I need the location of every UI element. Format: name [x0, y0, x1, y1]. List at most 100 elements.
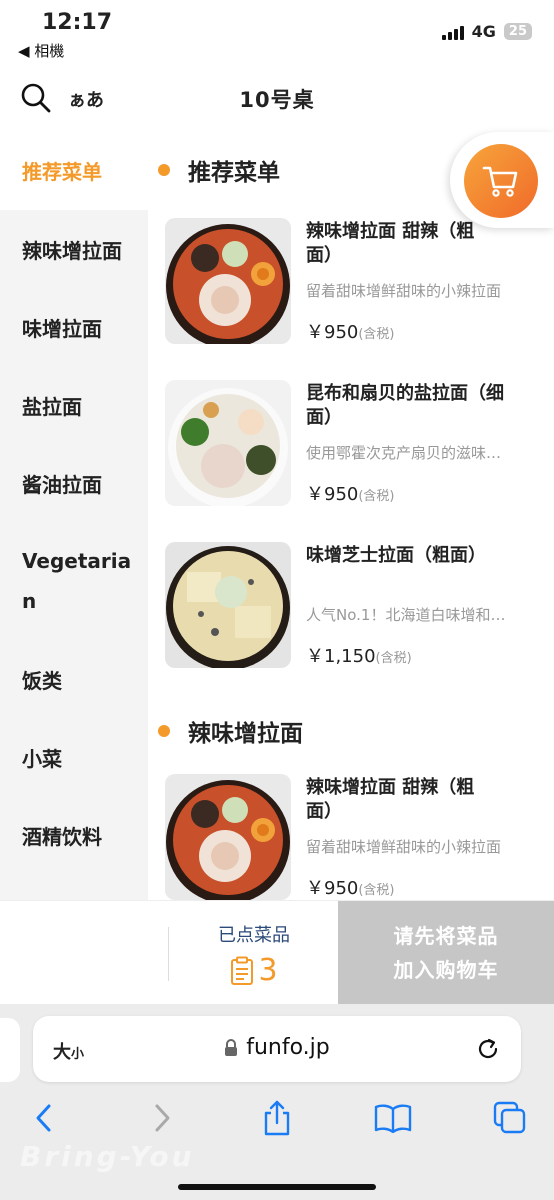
lock-icon — [225, 1039, 238, 1056]
ordered-items-label[interactable]: 已点菜品 — [170, 921, 338, 947]
app-header: ぁあ 10号桌 — [0, 66, 554, 130]
forward-button[interactable] — [142, 1098, 182, 1138]
price-value: ￥950 — [306, 322, 359, 343]
menu-item[interactable]: 辣味增拉面 甜辣（粗 面） 留着甜味增鲜甜味的小辣拉面 ￥950(含税) — [148, 766, 554, 900]
sidebar-item-miso-ramen[interactable]: 味增拉面 — [0, 288, 148, 366]
sidebar-item-recommended[interactable]: 推荐菜单 — [0, 130, 148, 210]
item-price: ￥950(含税) — [306, 874, 395, 900]
order-bar: 已点菜品 3 请先将菜品 加入购物车 — [0, 900, 554, 1005]
checkout-line: 加入购物车 — [393, 958, 499, 982]
add-to-cart-first-button[interactable]: 请先将菜品 加入购物车 — [338, 901, 554, 1005]
book-icon — [374, 1104, 412, 1133]
watermark-logo: Bring-You — [20, 1140, 195, 1173]
battery-icon: 25 — [503, 23, 532, 40]
section-title: 辣味增拉面 — [188, 721, 303, 747]
item-name-line: 味增芝士拉面（粗面） — [306, 545, 486, 566]
battery-level: 25 — [508, 24, 527, 39]
address-bar[interactable]: 大小 funfo.jp — [33, 1016, 521, 1082]
price-value: ￥1,150 — [306, 646, 376, 667]
item-name-line: 面） — [306, 407, 342, 428]
ramen-photo-spicy-miso — [165, 218, 291, 344]
item-description: 人气No.1！北海道白味增和… — [306, 606, 506, 624]
sidebar-item-rice[interactable]: 饭类 — [0, 640, 148, 718]
checkout-line: 请先将菜品 — [393, 924, 499, 948]
sidebar-item-soy-ramen[interactable]: 酱油拉面 — [0, 444, 148, 522]
item-name: 辣味增拉面 甜辣（粗 面） — [306, 776, 554, 824]
section-dot-icon — [158, 164, 170, 176]
menu-list: 推荐菜单 辣味增拉面 甜辣（粗 面） 留着甜味增鲜甜味的小辣拉面 ￥950(含税… — [148, 130, 554, 900]
status-time: 12:17 — [42, 10, 113, 35]
cart-button[interactable] — [464, 144, 538, 218]
sidebar-item-label: 饭类 — [22, 668, 62, 693]
sidebar-item-label: 盐拉面 — [22, 394, 82, 419]
status-indicators: 4G 25 — [441, 22, 532, 41]
reload-icon[interactable] — [475, 1036, 501, 1062]
browser-toolbar — [0, 1098, 554, 1146]
section-dot-icon — [158, 725, 170, 737]
sidebar-item-label: 小菜 — [22, 746, 62, 771]
category-sidebar: 推荐菜单 辣味增拉面 味增拉面 盐拉面 酱油拉面 Vegetarian 饭类 小… — [0, 130, 148, 900]
price-value: ￥950 — [306, 484, 359, 505]
item-name-line: 辣味增拉面 甜辣（粗 — [306, 777, 475, 798]
sidebar-item-vegetarian[interactable]: Vegetarian — [0, 522, 148, 640]
page-title: 10号桌 — [239, 88, 315, 112]
ordered-count-value: 3 — [258, 953, 278, 988]
back-to-app-link[interactable]: ◀ 相機 — [18, 40, 64, 61]
menu-item[interactable]: 味增芝士拉面（粗面） 人气No.1！北海道白味增和… ￥1,150(含税) — [148, 534, 554, 696]
status-bar: 12:17 ◀ 相機 4G 25 — [0, 0, 554, 66]
sidebar-item-alcohol[interactable]: 酒精饮料 — [0, 796, 148, 874]
ordered-items-count[interactable]: 3 — [170, 953, 338, 988]
item-price: ￥950(含税) — [306, 318, 395, 344]
price-value: ￥950 — [306, 878, 359, 899]
item-price: ￥1,150(含税) — [306, 642, 412, 668]
share-icon — [264, 1100, 290, 1136]
menu-item[interactable]: 辣味增拉面 甜辣（粗 面） 留着甜味增鲜甜味的小辣拉面 ￥950(含税) — [148, 210, 554, 372]
back-button[interactable] — [24, 1098, 64, 1138]
bookmarks-button[interactable] — [373, 1098, 413, 1138]
menu-item[interactable]: 昆布和扇贝的盐拉面（细 面） 使用鄂霍次克产扇贝的滋味… ￥950(含税) — [148, 372, 554, 534]
home-indicator — [178, 1184, 376, 1190]
sidebar-item-label: 辣味增拉面 — [22, 238, 122, 263]
sidebar-item-side-dishes[interactable]: 小菜 — [0, 718, 148, 796]
url-display[interactable]: funfo.jp — [33, 1035, 521, 1060]
cart-button-container — [450, 132, 554, 228]
sidebar-item-label: 味增拉面 — [22, 316, 102, 341]
item-name-line: 面） — [306, 245, 342, 266]
sidebar-item-label: 酱油拉面 — [22, 472, 102, 497]
tabs-button[interactable] — [490, 1098, 530, 1138]
sidebar-item-label: 推荐菜单 — [22, 159, 102, 184]
item-description: 留着甜味增鲜甜味的小辣拉面 — [306, 282, 502, 300]
tax-note: (含税) — [358, 327, 395, 342]
item-description: 留着甜味增鲜甜味的小辣拉面 — [306, 838, 502, 856]
clipboard-icon — [231, 956, 254, 985]
tax-note: (含税) — [358, 883, 395, 898]
tabs-icon — [493, 1101, 526, 1134]
tax-note: (含税) — [375, 651, 412, 666]
url-text: funfo.jp — [246, 1035, 330, 1060]
item-name-line: 昆布和扇贝的盐拉面（细 — [306, 383, 504, 404]
item-description: 使用鄂霍次克产扇贝的滋味… — [306, 444, 502, 462]
divider — [168, 927, 169, 981]
item-name: 昆布和扇贝的盐拉面（细 面） — [306, 382, 554, 430]
signal-icon — [441, 24, 464, 40]
section-title: 推荐菜单 — [188, 160, 280, 186]
chevron-right-icon — [155, 1104, 170, 1132]
previous-tab-preview[interactable] — [0, 1018, 20, 1082]
chevron-left-icon — [36, 1104, 51, 1132]
item-name-line: 面） — [306, 801, 342, 822]
ramen-photo-miso-cheese — [165, 542, 291, 668]
sidebar-item-label: Vegetarian — [22, 549, 132, 613]
sidebar-item-label: 酒精饮料 — [22, 824, 102, 849]
tax-note: (含税) — [358, 489, 395, 504]
section-header: 辣味增拉面 — [148, 696, 554, 766]
browser-chrome: 大小 funfo.jp Bring-You — [0, 1004, 554, 1200]
sidebar-item-salt-ramen[interactable]: 盐拉面 — [0, 366, 148, 444]
share-button[interactable] — [257, 1098, 297, 1138]
item-name: 味增芝士拉面（粗面） — [306, 544, 554, 568]
sidebar-item-spicy-miso-ramen[interactable]: 辣味增拉面 — [0, 210, 148, 288]
item-price: ￥950(含税) — [306, 480, 395, 506]
ramen-photo-spicy-miso — [165, 774, 291, 900]
cart-icon — [482, 166, 518, 197]
ramen-photo-salt-scallop — [165, 380, 291, 506]
network-label: 4G — [471, 22, 496, 41]
